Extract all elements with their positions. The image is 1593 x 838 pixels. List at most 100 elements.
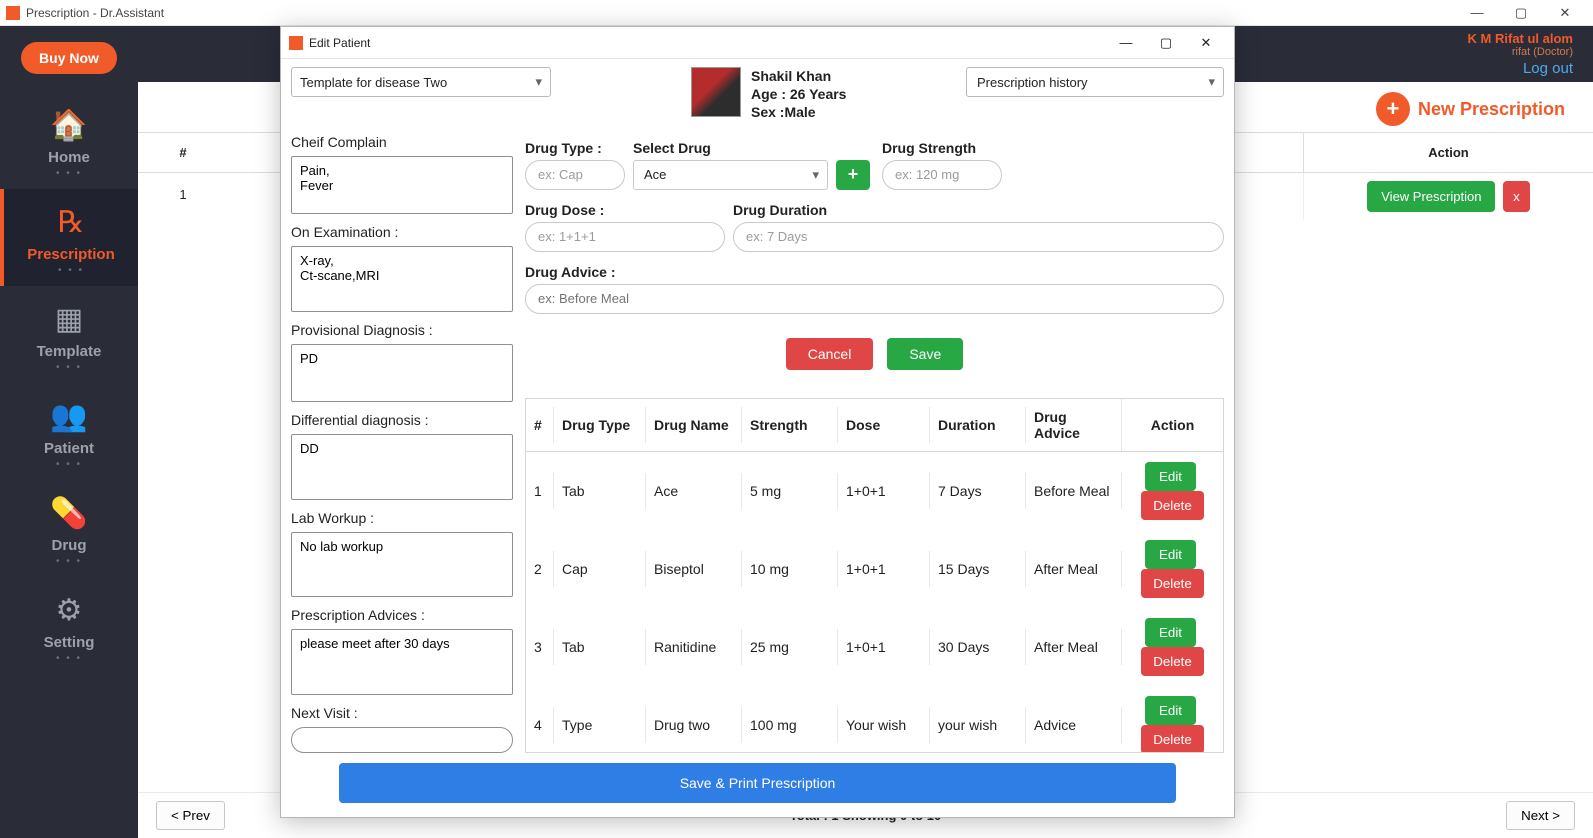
lab-workup-input[interactable] (291, 532, 513, 598)
delete-prescription-button[interactable]: x (1503, 181, 1530, 212)
prev-page-button[interactable]: < Prev (156, 801, 225, 830)
select-drug-dropdown[interactable]: Ace (633, 160, 828, 190)
cell-type: Cap (554, 551, 646, 587)
cell-strength: 10 mg (742, 551, 838, 587)
user-role: rifat (Doctor) (1468, 46, 1573, 58)
cell-advice: Before Meal (1026, 473, 1122, 509)
cell-type: Tab (554, 629, 646, 665)
select-drug-label: Select Drug (633, 140, 874, 156)
chief-complain-input[interactable] (291, 156, 513, 214)
home-icon: 🏠 (50, 108, 87, 143)
table-row: 4TypeDrug two100 mgYour wishyour wishAdv… (526, 686, 1223, 753)
edit-row-button[interactable]: Edit (1145, 696, 1196, 725)
col-n: # (526, 407, 554, 443)
sidebar-item-template[interactable]: ▦ Template • • • (0, 286, 138, 383)
patient-age: Age : 26 Years (751, 85, 846, 103)
delete-row-button[interactable]: Delete (1141, 491, 1204, 520)
on-examination-label: On Examination : (291, 224, 513, 240)
provisional-diagnosis-label: Provisional Diagnosis : (291, 322, 513, 338)
table-row: 1TabAce5 mg1+0+17 DaysBefore MealEditDel… (526, 452, 1223, 530)
select-drug-value: Ace (644, 167, 666, 182)
template-select-value: Template for disease Two (300, 75, 447, 90)
next-visit-input[interactable] (291, 727, 513, 753)
cell-n: 1 (526, 473, 554, 509)
dialog-close-icon[interactable]: ✕ (1186, 28, 1226, 58)
sidebar-item-prescription[interactable]: ℞ Prescription • • • (0, 189, 138, 286)
delete-row-button[interactable]: Delete (1141, 725, 1204, 753)
drug-table: # Drug Type Drug Name Strength Dose Dura… (525, 398, 1224, 753)
cell-name: Drug two (646, 707, 742, 743)
col-duration: Duration (930, 407, 1026, 443)
col-type: Drug Type (554, 407, 646, 443)
drug-dose-label: Drug Dose : (525, 202, 725, 218)
cell-duration: 15 Days (930, 551, 1026, 587)
col-strength: Strength (742, 407, 838, 443)
plus-circle-icon: + (1376, 92, 1410, 126)
sidebar-item-patient[interactable]: 👥 Patient • • • (0, 383, 138, 480)
add-drug-button[interactable]: + (836, 160, 870, 190)
window-close-icon[interactable]: ✕ (1543, 0, 1587, 26)
sidebar-item-home[interactable]: 🏠 Home • • • (0, 92, 138, 189)
prescription-advices-label: Prescription Advices : (291, 607, 513, 623)
nav-dots: • • • (56, 653, 82, 664)
cell-name: Ranitidine (646, 629, 742, 665)
save-print-button[interactable]: Save & Print Prescription (339, 763, 1176, 803)
cell-duration: your wish (930, 707, 1026, 743)
buy-now-button[interactable]: Buy Now (21, 42, 117, 74)
save-button[interactable]: Save (887, 338, 963, 370)
sidebar-item-setting[interactable]: ⚙ Setting • • • (0, 577, 138, 674)
drug-advice-input[interactable] (525, 284, 1224, 314)
delete-row-button[interactable]: Delete (1141, 647, 1204, 676)
col-dose: Dose (838, 407, 930, 443)
drug-strength-input[interactable] (882, 160, 1002, 190)
bg-action-header: Action (1303, 133, 1593, 173)
os-titlebar: Prescription - Dr.Assistant — ▢ ✕ (0, 0, 1593, 26)
cell-action: EditDelete (1122, 452, 1223, 530)
delete-row-button[interactable]: Delete (1141, 569, 1204, 598)
drug-duration-input[interactable] (733, 222, 1224, 252)
prescription-advices-input[interactable] (291, 629, 513, 695)
on-examination-input[interactable] (291, 246, 513, 312)
new-prescription-label: New Prescription (1418, 99, 1565, 120)
logout-link[interactable]: Log out (1468, 60, 1573, 77)
edit-row-button[interactable]: Edit (1145, 540, 1196, 569)
patient-icon: 👥 (50, 399, 87, 434)
dialog-maximize-icon[interactable]: ▢ (1146, 28, 1186, 58)
patient-photo (691, 67, 741, 117)
template-select[interactable]: Template for disease Two (291, 67, 551, 97)
cell-advice: After Meal (1026, 551, 1122, 587)
sidebar-item-drug[interactable]: 💊 Drug • • • (0, 480, 138, 577)
patient-header: Shakil Khan Age : 26 Years Sex :Male (691, 67, 846, 122)
cell-advice: After Meal (1026, 629, 1122, 665)
drug-type-label: Drug Type : (525, 140, 625, 156)
differential-diagnosis-input[interactable] (291, 434, 513, 500)
cell-duration: 30 Days (930, 629, 1026, 665)
cell-dose: 1+0+1 (838, 473, 930, 509)
edit-row-button[interactable]: Edit (1145, 618, 1196, 647)
sidebar-item-label: Setting (44, 634, 95, 651)
edit-patient-dialog: Edit Patient — ▢ ✕ Template for disease … (280, 26, 1235, 818)
differential-diagnosis-label: Differential diagnosis : (291, 412, 513, 428)
cell-dose: Your wish (838, 707, 930, 743)
col-action: Action (1122, 407, 1223, 443)
prescription-history-select[interactable]: Prescription history (966, 67, 1224, 97)
cell-name: Ace (646, 473, 742, 509)
lab-workup-label: Lab Workup : (291, 510, 513, 526)
nav-dots: • • • (56, 556, 82, 567)
window-maximize-icon[interactable]: ▢ (1499, 0, 1543, 26)
sidebar-item-label: Prescription (27, 246, 115, 263)
window-minimize-icon[interactable]: — (1455, 0, 1499, 26)
user-name: K M Rifat ul alom (1468, 31, 1573, 46)
drug-type-input[interactable] (525, 160, 625, 190)
view-prescription-button[interactable]: View Prescription (1367, 181, 1495, 212)
provisional-diagnosis-input[interactable] (291, 344, 513, 402)
dialog-title: Edit Patient (309, 36, 370, 50)
cancel-button[interactable]: Cancel (786, 338, 874, 370)
drug-table-header: # Drug Type Drug Name Strength Dose Dura… (526, 399, 1223, 452)
dialog-minimize-icon[interactable]: — (1106, 28, 1146, 58)
new-prescription-button[interactable]: + New Prescription (1376, 92, 1565, 126)
edit-row-button[interactable]: Edit (1145, 462, 1196, 491)
next-page-button[interactable]: Next > (1506, 801, 1575, 830)
cell-action: EditDelete (1122, 686, 1223, 753)
drug-dose-input[interactable] (525, 222, 725, 252)
